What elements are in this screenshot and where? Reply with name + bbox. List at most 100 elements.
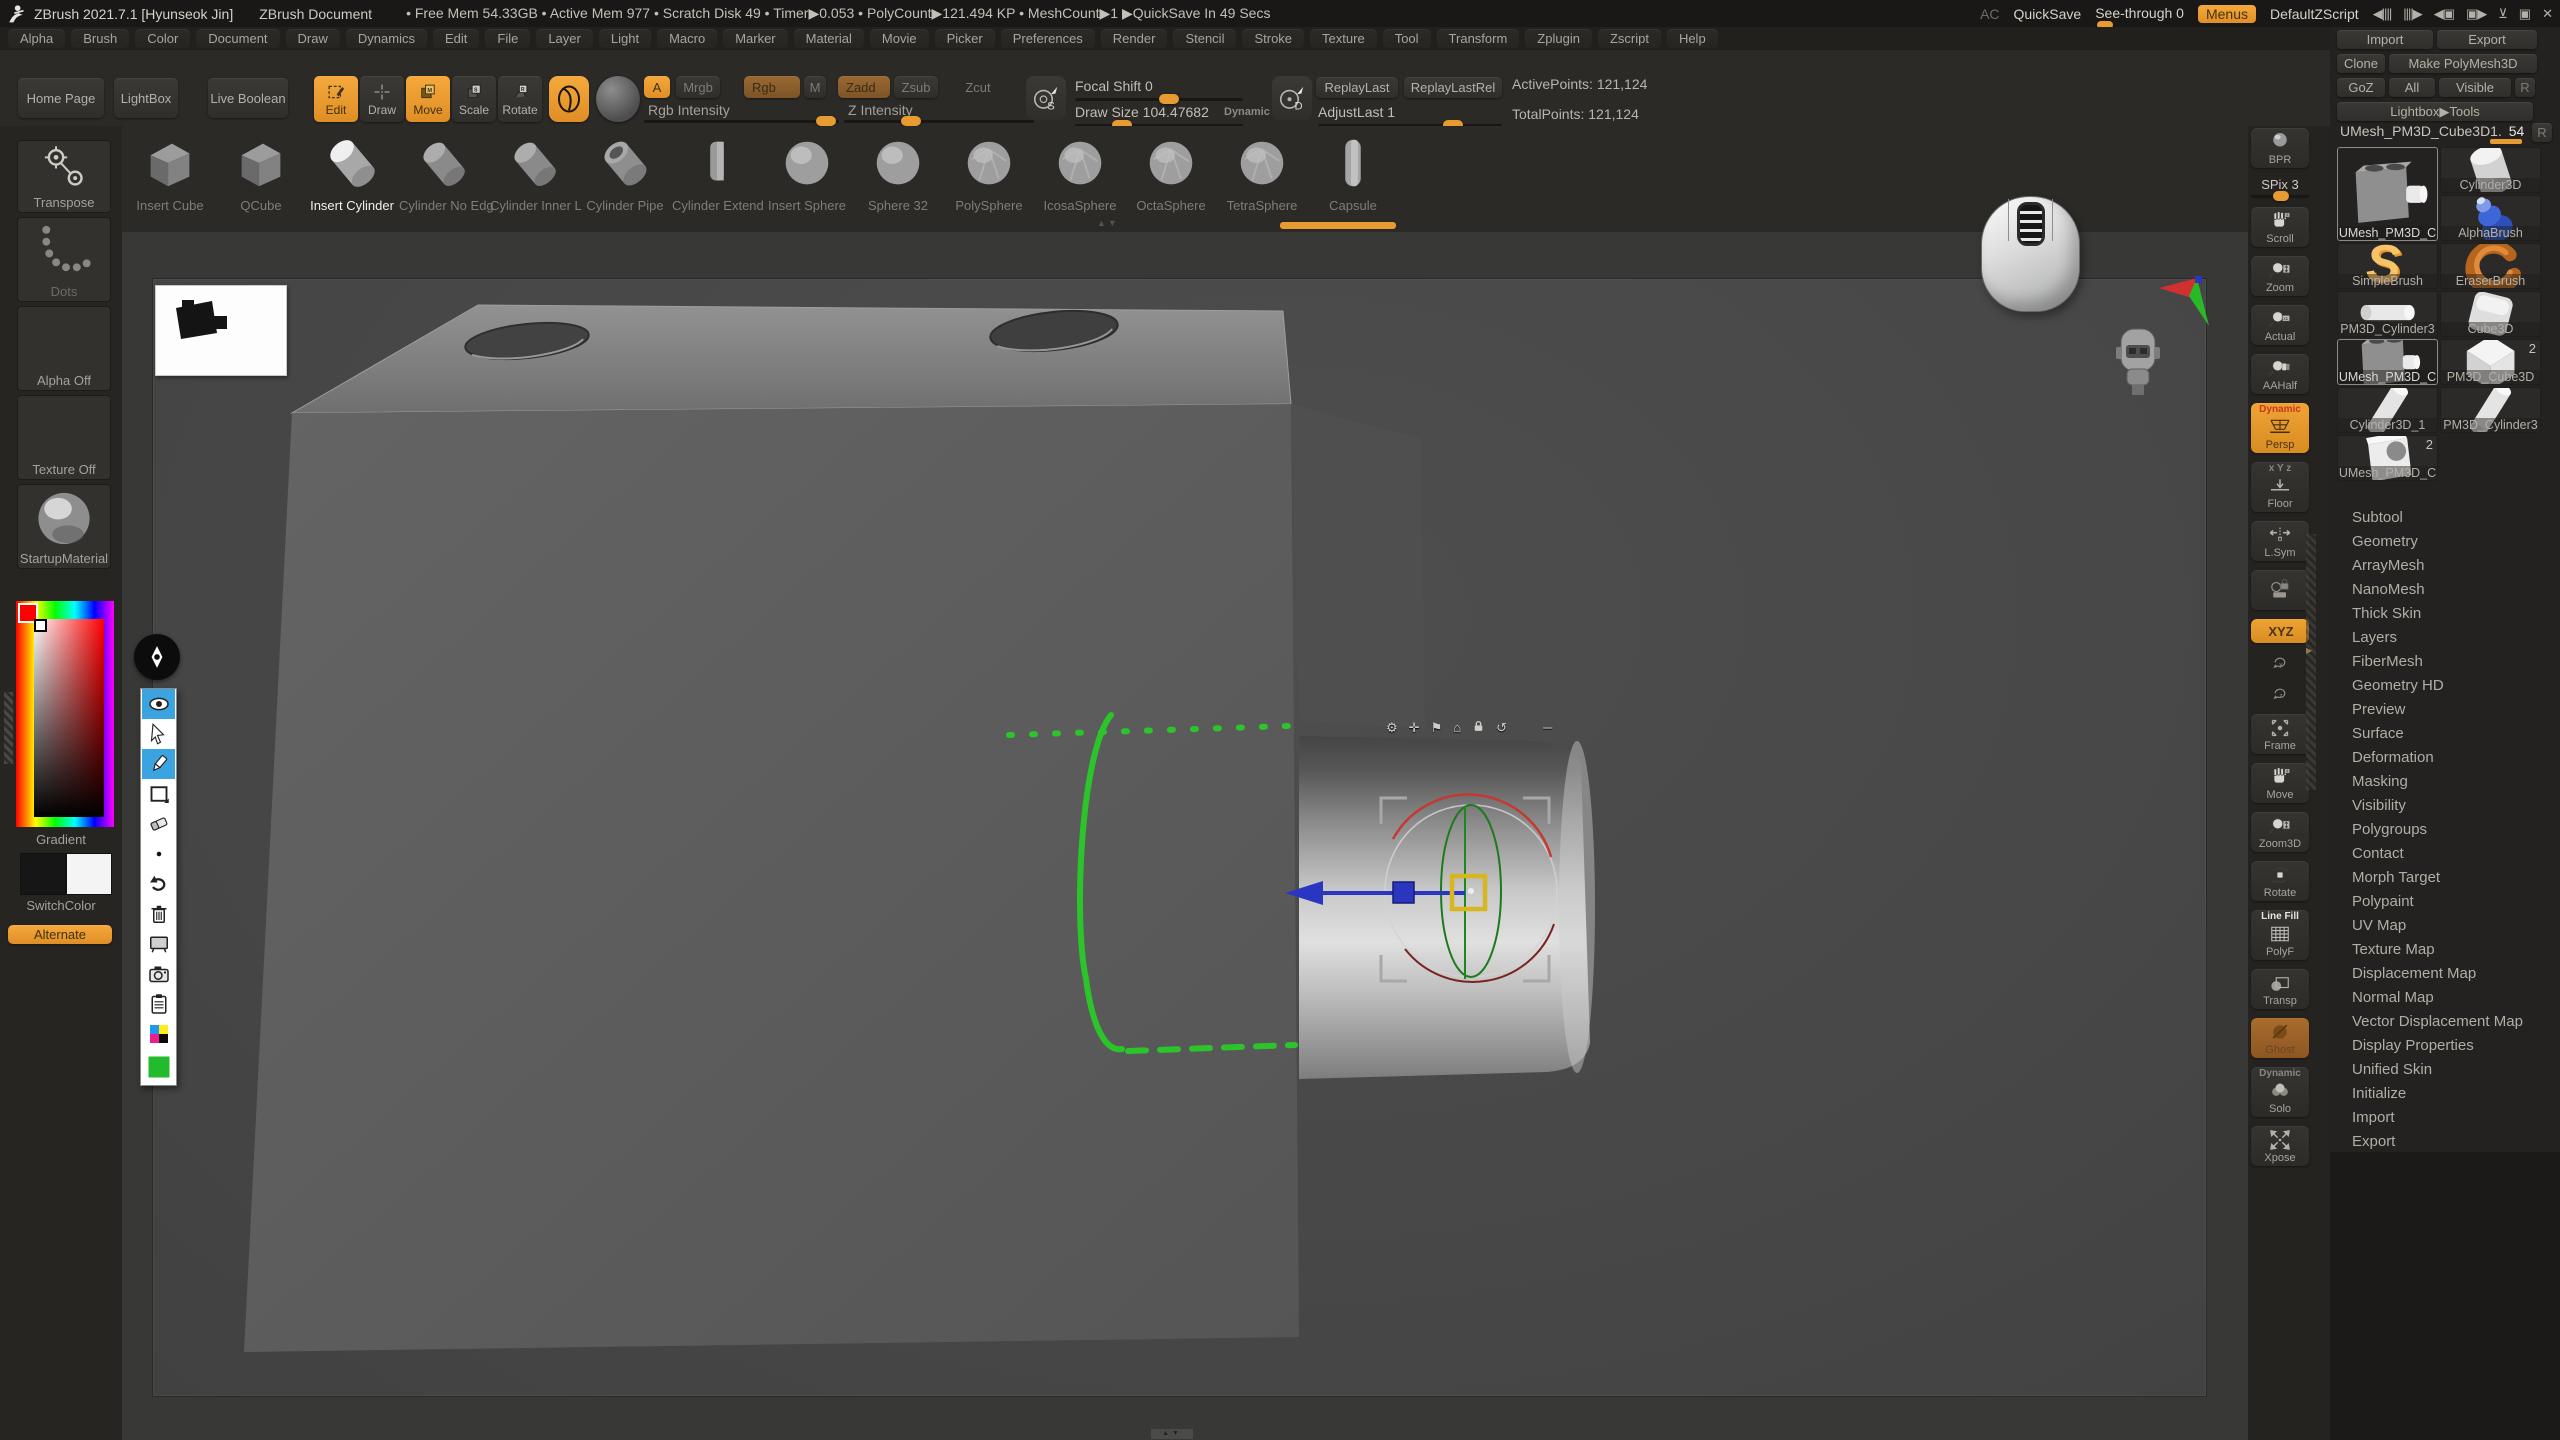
section-masking[interactable]: Masking <box>2330 770 2560 794</box>
strip-transp-button[interactable]: Transp <box>2251 969 2309 1009</box>
canvas[interactable]: ⚙✛⚑⌂↺─ <box>122 232 2248 1440</box>
section-displacement-map[interactable]: Displacement Map <box>2330 962 2560 986</box>
brush-qcube[interactable]: QCube <box>217 132 305 213</box>
tool-thumb-pm3d-cube3d[interactable]: 2PM3D_Cube3D <box>2440 339 2541 385</box>
section-initialize[interactable]: Initialize <box>2330 1082 2560 1106</box>
section-unified-skin[interactable]: Unified Skin <box>2330 1058 2560 1082</box>
zcut-button[interactable]: Zcut <box>958 76 998 98</box>
gizmo-flag-icon[interactable]: ⚑ <box>1431 720 1443 736</box>
shelf-shrink-left-icon[interactable]: ◀|||| <box>2373 6 2392 22</box>
menu-zplugin[interactable]: Zplugin <box>1525 29 1592 48</box>
brush-cylinder-no-edg[interactable]: Cylinder No Edg <box>399 132 487 213</box>
section-display-properties[interactable]: Display Properties <box>2330 1034 2560 1058</box>
brush-insert-cube[interactable]: Insert Cube <box>126 132 214 213</box>
main-color-swatch[interactable] <box>20 853 66 895</box>
tool-thumb-simplebrush[interactable]: SSSimpleBrush <box>2337 243 2438 289</box>
strip-aahalf-button[interactable]: AAHalf <box>2251 354 2309 394</box>
annotation-eraser-tool[interactable] <box>142 809 175 839</box>
menu-stroke[interactable]: Stroke <box>1242 29 1304 48</box>
section-subtool[interactable]: Subtool <box>2330 506 2560 530</box>
minimize-icon[interactable]: ⊻ <box>2498 6 2507 22</box>
dots-stroke-badge[interactable]: D <box>1272 76 1312 120</box>
menus-button[interactable]: Menus <box>2198 5 2256 23</box>
make-polymesh3d-button[interactable]: Make PolyMesh3D <box>2389 54 2537 73</box>
tool-export-top-button[interactable]: Export <box>2437 30 2537 49</box>
tool-thumb-eraserbrush[interactable]: EraserBrush <box>2440 243 2541 289</box>
strip-actual-button[interactable]: x1Actual <box>2251 305 2309 345</box>
rgb-intensity-slider[interactable] <box>644 120 839 123</box>
strip-xyz-button[interactable]: XYZ <box>2251 619 2309 643</box>
see-through-slider[interactable]: See-through 0 <box>2095 5 2184 27</box>
rgb-button[interactable]: Rgb <box>744 76 800 98</box>
menu-document[interactable]: Document <box>196 29 279 48</box>
replay-last-rel-button[interactable]: ReplayLastRel <box>1404 77 1502 98</box>
brush-cylinder-inner-l[interactable]: Cylinder Inner L <box>490 132 578 213</box>
dock-left-icon[interactable]: ◀▣ <box>2434 6 2454 22</box>
section-uv-map[interactable]: UV Map <box>2330 914 2560 938</box>
menu-macro[interactable]: Macro <box>657 29 717 48</box>
menu-zscript[interactable]: Zscript <box>1598 29 1661 48</box>
strip-move-button[interactable]: Move <box>2251 763 2309 803</box>
tray-alpha-off[interactable]: Alpha Off <box>17 306 111 391</box>
secondary-color-swatch[interactable] <box>66 853 112 895</box>
section-texture-map[interactable]: Texture Map <box>2330 938 2560 962</box>
strip-rotz[interactable]: z <box>2251 683 2309 705</box>
restore-icon[interactable]: ▣ <box>2519 6 2530 22</box>
default-zscript-button[interactable]: DefaultZScript <box>2270 6 2359 22</box>
menu-marker[interactable]: Marker <box>723 29 787 48</box>
strip-rotate-button[interactable]: Rotate <box>2251 861 2309 901</box>
annotation-pen-badge[interactable] <box>134 634 180 680</box>
section-layers[interactable]: Layers <box>2330 626 2560 650</box>
section-nanomesh[interactable]: NanoMesh <box>2330 578 2560 602</box>
strip-roty[interactable]: y <box>2251 652 2309 674</box>
tray-dots[interactable]: Dots <box>17 217 111 302</box>
brush-sphere-32[interactable]: Sphere 32 <box>854 132 942 213</box>
lightbox-tools-button[interactable]: Lightbox▶Tools <box>2337 102 2533 121</box>
brush-cylinder-extend[interactable]: Cylinder Extend <box>672 132 760 213</box>
menu-stencil[interactable]: Stencil <box>1173 29 1236 48</box>
tool-r-button[interactable]: R <box>2532 123 2552 142</box>
section-visibility[interactable]: Visibility <box>2330 794 2560 818</box>
gizmo-lock-icon[interactable] <box>1472 720 1485 736</box>
strip-floor-button[interactable]: x Y zFloor <box>2251 462 2309 512</box>
menu-preferences[interactable]: Preferences <box>1001 29 1095 48</box>
strip-zoom3d-button[interactable]: Zoom3D <box>2251 812 2309 852</box>
tray-startupmaterial[interactable]: StartupMaterial <box>17 484 111 569</box>
alternate-button[interactable]: Alternate <box>8 925 112 944</box>
tool-thumb-cylinder3d-1[interactable]: Cylinder3D_1 <box>2337 387 2438 433</box>
spix-slider[interactable]: SPix 3 <box>2251 177 2309 198</box>
right-scroll-hatch[interactable]: ▶ <box>2306 534 2316 790</box>
all-button[interactable]: All <box>2389 78 2435 97</box>
move-mode-button[interactable]: MMove <box>406 76 450 122</box>
shelf-shrink-right-icon[interactable]: ||||▶ <box>2403 6 2422 22</box>
annotation-marker-tool[interactable] <box>142 749 175 779</box>
gradient-picker[interactable] <box>16 601 114 827</box>
menu-file[interactable]: File <box>485 29 530 48</box>
tool-thumb-umesh-pm3d-c[interactable]: 2UMesh_PM3D_C <box>2337 435 2438 481</box>
tool-thumb-cube3d[interactable]: Cube3D <box>2440 291 2541 337</box>
menu-brush[interactable]: Brush <box>71 29 129 48</box>
section-surface[interactable]: Surface <box>2330 722 2560 746</box>
strip-xpose-button[interactable]: Xpose <box>2251 1126 2309 1166</box>
goz-r-button[interactable]: R <box>2515 78 2535 97</box>
strip-scroll-button[interactable]: Scroll <box>2251 207 2309 247</box>
gizmo-gear-icon[interactable]: ⚙ <box>1386 720 1398 736</box>
annotation-dot-tool[interactable] <box>142 839 175 869</box>
draw-mode-button[interactable]: Draw <box>360 76 404 122</box>
lightbox-button[interactable]: LightBox <box>114 78 178 118</box>
strip-scrollbar[interactable] <box>1280 222 1396 229</box>
mrgb-button[interactable]: Mrgb <box>676 76 720 98</box>
document-area[interactable]: ⚙✛⚑⌂↺─ <box>152 278 2207 1397</box>
menu-draw[interactable]: Draw <box>286 29 340 48</box>
menu-help[interactable]: Help <box>1667 29 1718 48</box>
z-intensity-slider[interactable] <box>844 120 1034 123</box>
section-morph-target[interactable]: Morph Target <box>2330 866 2560 890</box>
annotation-eye-tool[interactable] <box>142 689 175 719</box>
visible-button[interactable]: Visible <box>2439 78 2511 97</box>
section-geometry[interactable]: Geometry <box>2330 530 2560 554</box>
dock-right-icon[interactable]: ▣▶ <box>2466 6 2486 22</box>
quicksave-button[interactable]: QuickSave <box>2014 6 2082 22</box>
brush-insert-sphere[interactable]: Insert Sphere <box>763 132 851 213</box>
menu-color[interactable]: Color <box>135 29 190 48</box>
gizmo-collapse-icon[interactable]: ─ <box>1543 720 1552 736</box>
